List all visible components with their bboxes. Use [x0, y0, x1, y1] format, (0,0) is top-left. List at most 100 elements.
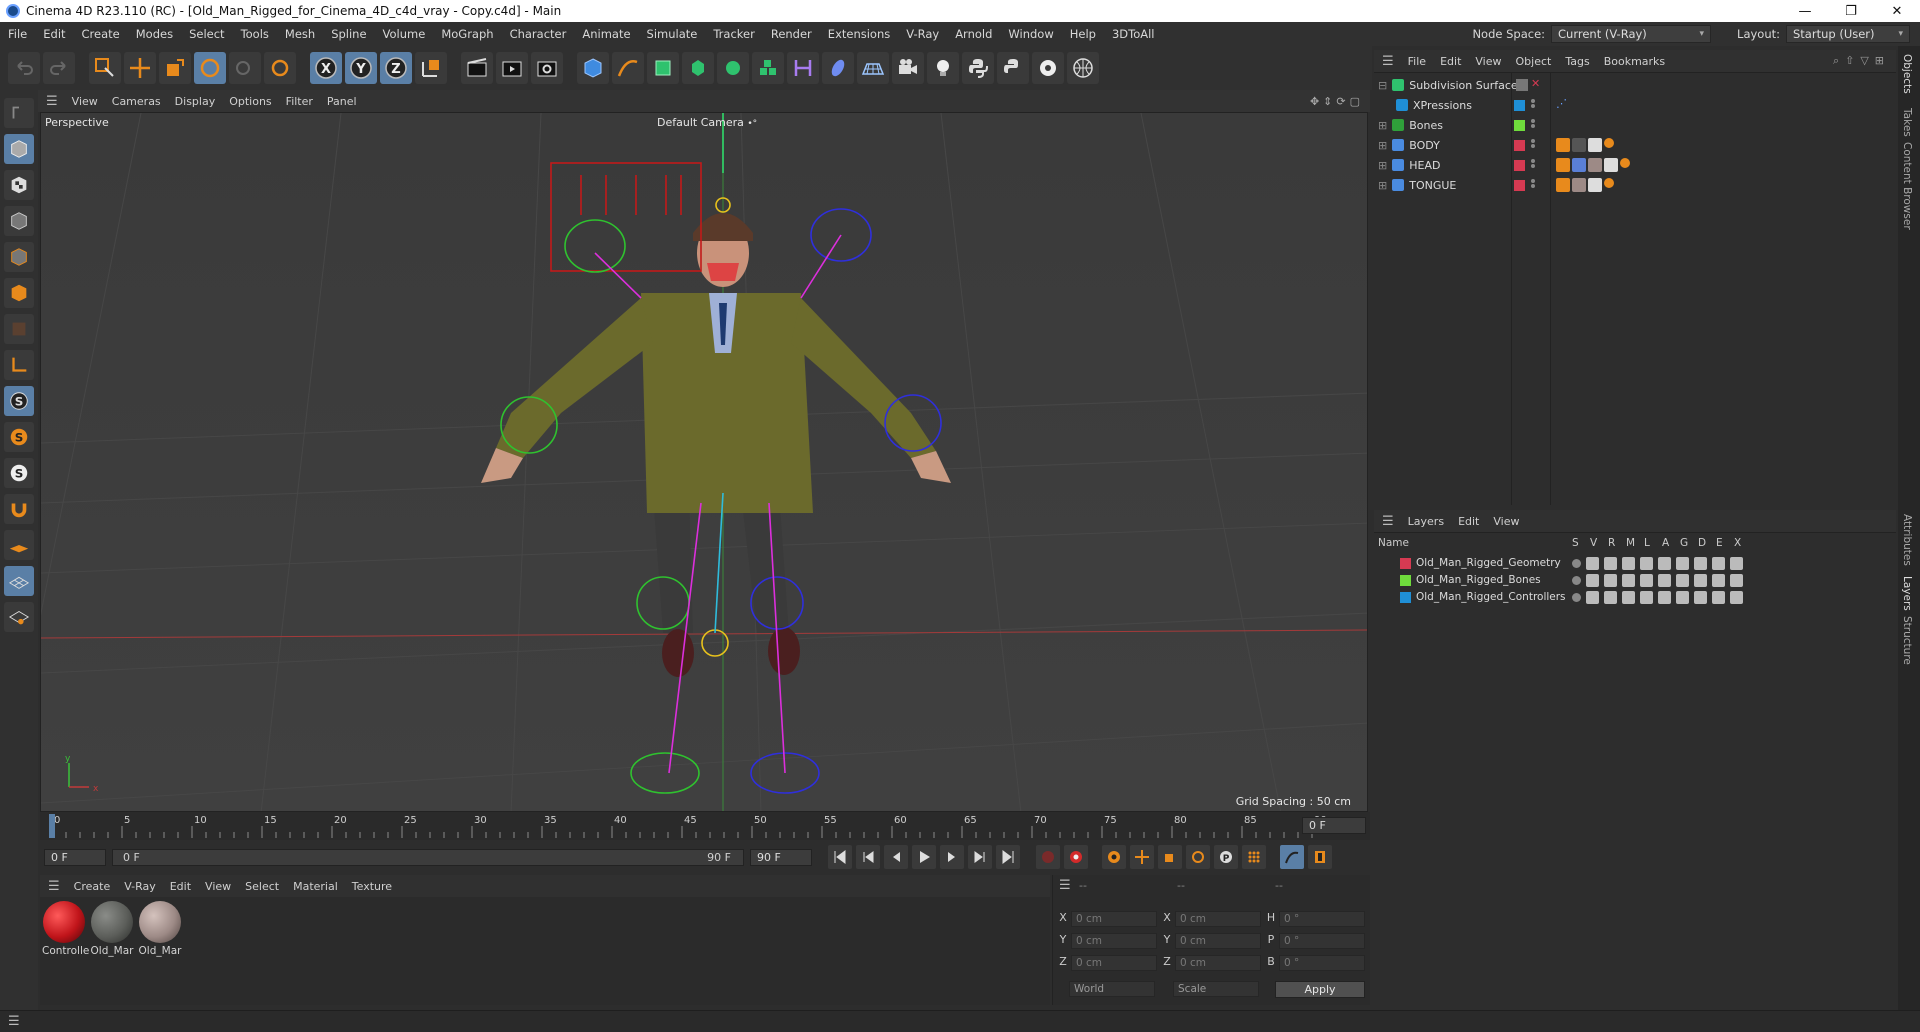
autokeying-button[interactable]	[1064, 845, 1088, 869]
size-y-field[interactable]: 0 cm	[1175, 933, 1261, 949]
go-to-end-button[interactable]	[996, 845, 1020, 869]
menu-modes[interactable]: Modes	[128, 27, 181, 41]
weight-tag-icon[interactable]	[1556, 178, 1570, 192]
live-selection-button[interactable]	[89, 52, 121, 84]
menu-vray[interactable]: V-Ray	[898, 27, 947, 41]
apply-button[interactable]: Apply	[1275, 981, 1365, 998]
point-mode-button[interactable]	[4, 206, 34, 236]
rotate-alt-button[interactable]	[264, 52, 296, 84]
tab-objects[interactable]: Objects	[1901, 54, 1913, 94]
layers-menu-layers[interactable]: Layers	[1408, 515, 1444, 528]
tab-structure[interactable]: Structure	[1901, 616, 1913, 665]
viewport-navigation-icons[interactable]: ✥⇕⟳▢	[1310, 95, 1370, 108]
pose-morph-tag-icon[interactable]	[1572, 158, 1586, 172]
edge-mode-button[interactable]	[4, 242, 34, 272]
column-locked[interactable]: L	[1644, 537, 1650, 549]
recent-tool-button[interactable]	[229, 52, 261, 84]
polygon-mode-button[interactable]	[4, 278, 34, 308]
layers-menu-edit[interactable]: Edit	[1458, 515, 1479, 528]
om-menu-tags[interactable]: Tags	[1565, 55, 1589, 68]
locked-workplane-button[interactable]	[4, 494, 34, 524]
menu-3dtoall[interactable]: 3DToAll	[1104, 27, 1163, 41]
material-tag-icon[interactable]	[1572, 138, 1586, 152]
texture-mode-button[interactable]	[4, 170, 34, 200]
object-row[interactable]: ⊞ Bones	[1374, 115, 1896, 135]
material-swatch[interactable]: Controlle	[42, 901, 89, 957]
layer-color-chip[interactable]	[1514, 100, 1525, 111]
position-z-field[interactable]: 0 cm	[1071, 955, 1157, 971]
snap-button[interactable]: S	[4, 386, 34, 416]
material-menu-vray[interactable]: V-Ray	[124, 880, 156, 893]
coordinate-mode-dropdown[interactable]: Scale	[1173, 981, 1259, 997]
material-tag-icon[interactable]	[1588, 158, 1602, 172]
layer-color-chip[interactable]	[1400, 558, 1411, 569]
menu-simulate[interactable]: Simulate	[639, 27, 706, 41]
layer-color-chip[interactable]	[1514, 140, 1525, 151]
vray-globe-button[interactable]	[1067, 52, 1099, 84]
material-menu-material[interactable]: Material	[293, 880, 338, 893]
soft-selection-button[interactable]	[4, 602, 34, 632]
checkbox-icon[interactable]	[1516, 79, 1528, 91]
planar-workplane-button[interactable]	[4, 566, 34, 596]
menu-animate[interactable]: Animate	[574, 27, 638, 41]
floor-button[interactable]	[857, 52, 889, 84]
skin-tag-icon[interactable]	[1604, 138, 1614, 148]
layer-toggle-icons[interactable]	[1572, 557, 1743, 570]
subdivision-surface-button[interactable]	[647, 52, 679, 84]
size-x-field[interactable]: 0 cm	[1175, 911, 1261, 927]
rotation-b-field[interactable]: 0 °	[1279, 955, 1365, 971]
skin-tag-icon[interactable]	[1604, 178, 1614, 188]
make-editable-button[interactable]	[4, 98, 34, 128]
column-xrefs[interactable]: X	[1734, 537, 1741, 549]
column-expressions[interactable]: E	[1716, 537, 1723, 549]
model-mode-button[interactable]	[4, 134, 34, 164]
previous-key-button[interactable]	[856, 845, 880, 869]
material-menu-create[interactable]: Create	[74, 880, 111, 893]
layer-color-chip[interactable]	[1514, 180, 1525, 191]
layer-row[interactable]: Old_Man_Rigged_Geometry	[1374, 555, 1896, 572]
undo-button[interactable]	[8, 52, 40, 84]
om-toolbar-icons[interactable]: ⌕⇧▽⊞	[1833, 54, 1896, 68]
redo-button[interactable]	[43, 52, 75, 84]
layers-menu-view[interactable]: View	[1493, 515, 1519, 528]
menu-select[interactable]: Select	[181, 27, 232, 41]
camera-button[interactable]	[892, 52, 924, 84]
column-animation[interactable]: A	[1662, 537, 1669, 549]
menu-file[interactable]: File	[0, 27, 35, 41]
field-button[interactable]	[822, 52, 854, 84]
visibility-dots[interactable]	[1531, 98, 1535, 109]
render-settings-button[interactable]	[531, 52, 563, 84]
uv-mode-button[interactable]	[4, 314, 34, 344]
hamburger-menu-icon[interactable]: ☰	[1382, 514, 1394, 529]
z-axis-button[interactable]: Z	[380, 52, 412, 84]
viewport-menu-cameras[interactable]: Cameras	[112, 95, 161, 108]
menu-character[interactable]: Character	[502, 27, 575, 41]
start-frame-field[interactable]: 0 F	[44, 848, 106, 866]
menu-extensions[interactable]: Extensions	[820, 27, 898, 41]
menu-tools[interactable]: Tools	[233, 27, 277, 41]
light-button[interactable]	[927, 52, 959, 84]
previous-frame-button[interactable]	[884, 845, 908, 869]
layer-toggle-icons[interactable]	[1572, 574, 1743, 587]
skin-tag-icon[interactable]	[1620, 158, 1630, 168]
tab-content-browser[interactable]: Content Browser	[1901, 142, 1913, 230]
playhead[interactable]	[49, 814, 55, 838]
position-x-field[interactable]: 0 cm	[1071, 911, 1157, 927]
tab-attributes[interactable]: Attributes	[1901, 514, 1913, 566]
cube-primitive-button[interactable]	[577, 52, 609, 84]
close-button[interactable]: ✕	[1874, 4, 1920, 19]
column-solo[interactable]: S	[1572, 537, 1579, 549]
column-generators[interactable]: G	[1680, 537, 1688, 549]
column-manager[interactable]: M	[1626, 537, 1635, 549]
rotation-p-field[interactable]: 0 °	[1279, 933, 1365, 949]
menu-mograph[interactable]: MoGraph	[433, 27, 501, 41]
material-swatch[interactable]: Old_Mar	[90, 901, 134, 957]
quantize-button[interactable]: S	[4, 458, 34, 488]
extrude-button[interactable]	[682, 52, 714, 84]
dope-sheet-button[interactable]	[1308, 845, 1332, 869]
axis-mode-button[interactable]	[4, 350, 34, 380]
weight-tag-icon[interactable]	[1556, 138, 1570, 152]
om-menu-bookmarks[interactable]: Bookmarks	[1604, 55, 1665, 68]
key-position-button[interactable]	[1130, 845, 1154, 869]
minimize-button[interactable]: —	[1782, 4, 1828, 19]
